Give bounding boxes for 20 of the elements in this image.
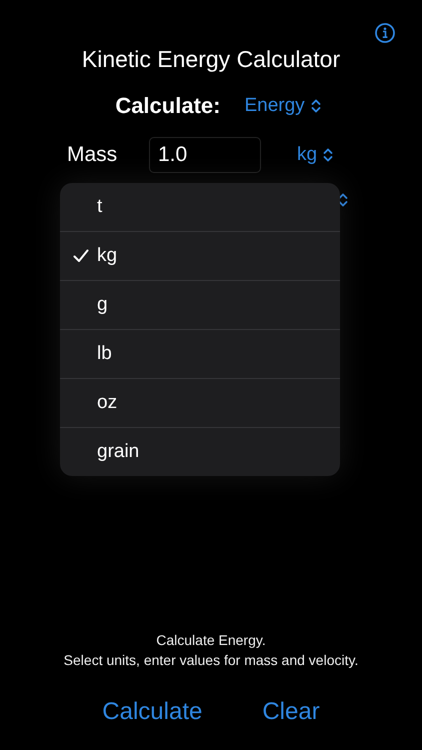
menu-item[interactable]: oz xyxy=(60,378,340,427)
chevron-icon xyxy=(338,193,348,207)
chevron-icon xyxy=(310,99,321,113)
calculate-picker[interactable]: Energy xyxy=(244,95,321,117)
info-button[interactable] xyxy=(374,22,396,44)
mass-field[interactable]: 1.0 xyxy=(149,137,261,173)
clear-button[interactable]: Clear xyxy=(262,698,320,726)
mass-label: Mass xyxy=(67,143,118,167)
unit-picker[interactable]: kg xyxy=(297,144,334,166)
menu-item[interactable]: lb xyxy=(60,329,340,378)
calculate-button[interactable]: Calculate xyxy=(102,698,202,726)
calculate-label: Calculate: xyxy=(115,93,220,119)
chevron-icon xyxy=(323,148,334,162)
menu-item[interactable]: t xyxy=(60,183,340,231)
menu-item[interactable]: g xyxy=(60,280,340,329)
instruction-text: Select units, enter values for mass and velocity. xyxy=(62,651,360,670)
menu-item[interactable]: grain xyxy=(60,427,340,476)
menu-item[interactable]: kg xyxy=(60,231,340,280)
instruction-text: Calculate Energy. xyxy=(155,631,267,650)
app-title: Kinetic Energy Calculator xyxy=(80,46,342,73)
